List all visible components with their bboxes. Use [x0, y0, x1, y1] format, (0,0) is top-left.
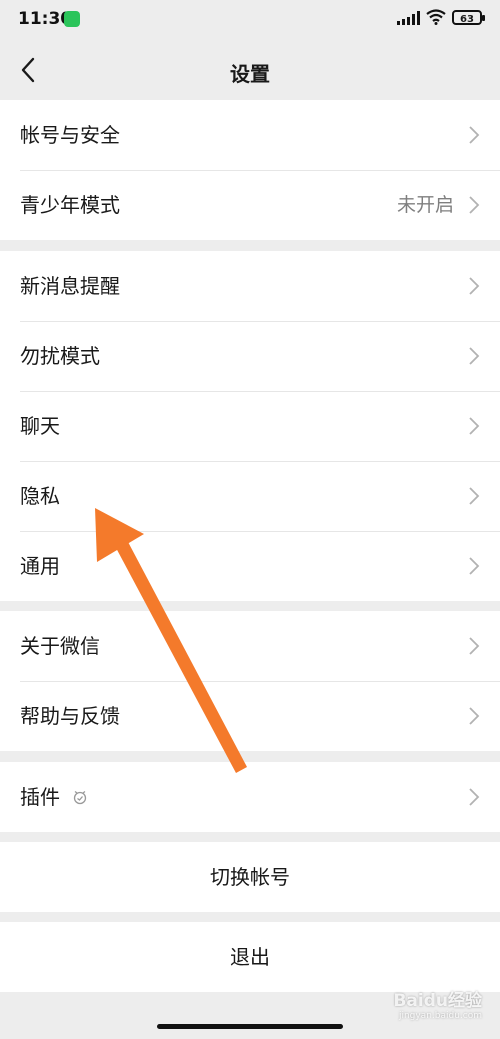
wifi-icon [426, 9, 446, 25]
settings-item-teen-mode[interactable]: 青少年模式 未开启 [0, 170, 500, 240]
wechat-notification-icon [64, 11, 80, 27]
settings-item-label: 聊天 [20, 414, 60, 438]
logout-label: 退出 [230, 945, 270, 969]
chevron-right-icon [469, 277, 480, 295]
chevron-right-icon [469, 196, 480, 214]
switch-account-label: 切换帐号 [210, 865, 290, 889]
settings-item-label: 通用 [20, 554, 60, 578]
signal-icon [397, 10, 420, 25]
settings-item-label: 青少年模式 [20, 193, 120, 217]
switch-account-button[interactable]: 切换帐号 [0, 842, 500, 912]
settings-item-privacy[interactable]: 隐私 [0, 461, 500, 531]
teen-mode-status: 未开启 [396, 194, 454, 216]
nav-bar: 设置 [0, 40, 500, 100]
settings-item-label: 勿扰模式 [20, 344, 100, 368]
chevron-right-icon [469, 126, 480, 144]
settings-item-about-wechat[interactable]: 关于微信 [0, 611, 500, 681]
settings-item-notifications[interactable]: 新消息提醒 [0, 251, 500, 321]
chevron-right-icon [469, 788, 480, 806]
settings-item-label: 隐私 [20, 484, 60, 508]
chevron-right-icon [469, 417, 480, 435]
baidu-watermark: Baidu经验 jingyan.baidu.com [393, 986, 482, 1021]
settings-group-account: 帐号与安全 青少年模式 未开启 [0, 100, 500, 240]
settings-group-plugins: 插件 [0, 762, 500, 832]
chevron-right-icon [469, 487, 480, 505]
plugin-icon [73, 790, 87, 805]
settings-item-label: 关于微信 [20, 634, 100, 658]
settings-item-general[interactable]: 通用 [0, 531, 500, 601]
settings-group-about: 关于微信 帮助与反馈 [0, 611, 500, 751]
watermark-brand: Baidu经验 [393, 991, 482, 1011]
chevron-right-icon [469, 707, 480, 725]
settings-item-do-not-disturb[interactable]: 勿扰模式 [0, 321, 500, 391]
settings-item-label: 新消息提醒 [20, 274, 120, 298]
settings-item-chat[interactable]: 聊天 [0, 391, 500, 461]
settings-item-plugins[interactable]: 插件 [0, 762, 500, 832]
status-bar: 11:30 63 [0, 0, 500, 40]
status-right: 63 [397, 9, 485, 25]
settings-group-general: 新消息提醒 勿扰模式 聊天 隐私 通用 [0, 251, 500, 601]
battery-icon: 63 [452, 9, 485, 25]
page-title: 设置 [230, 62, 270, 86]
logout-button[interactable]: 退出 [0, 922, 500, 992]
settings-item-help-feedback[interactable]: 帮助与反馈 [0, 681, 500, 751]
chevron-right-icon [469, 637, 480, 655]
chevron-right-icon [469, 347, 480, 365]
home-indicator[interactable] [157, 1024, 343, 1029]
chevron-right-icon [469, 557, 480, 575]
settings-item-label: 帮助与反馈 [20, 704, 120, 728]
watermark-url: jingyan.baidu.com [398, 1011, 482, 1021]
settings-item-label: 插件 [20, 785, 60, 809]
settings-item-account-security[interactable]: 帐号与安全 [0, 100, 500, 170]
settings-item-label: 帐号与安全 [20, 123, 120, 147]
